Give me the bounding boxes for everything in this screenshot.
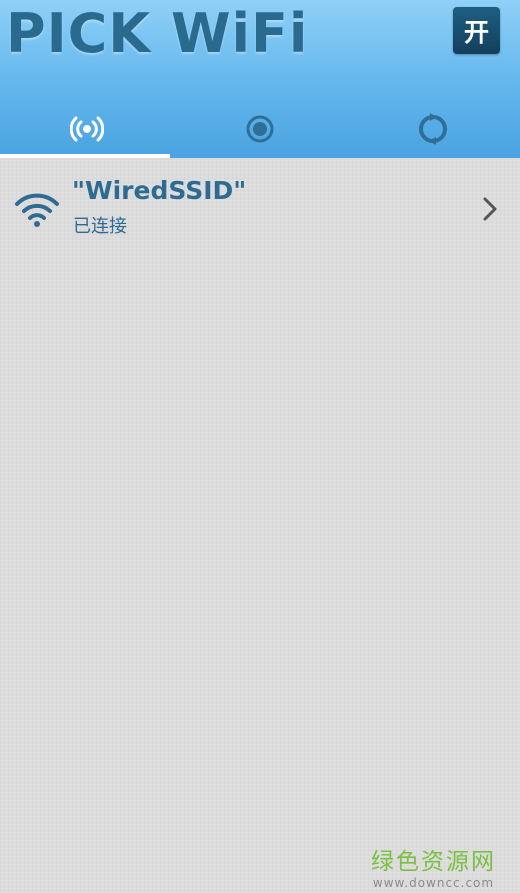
tab-bar bbox=[0, 100, 520, 158]
app-header: PICK WiFi 开 bbox=[0, 0, 520, 158]
watermark: 绿色资源网 www.downcc.com bbox=[371, 842, 496, 890]
tab-broadcast[interactable] bbox=[0, 100, 173, 158]
active-tab-indicator bbox=[0, 154, 170, 158]
refresh-icon bbox=[419, 113, 448, 145]
app-title: PICK WiFi bbox=[6, 2, 309, 65]
wifi-signal-icon bbox=[15, 193, 59, 227]
tab-refresh[interactable] bbox=[347, 100, 520, 158]
network-ssid: "WiredSSID" bbox=[72, 176, 247, 205]
broadcast-icon bbox=[69, 116, 104, 142]
watermark-url: www.downcc.com bbox=[372, 876, 495, 890]
watermark-title: 绿色资源网 bbox=[371, 849, 496, 875]
tab-radio[interactable] bbox=[173, 100, 346, 158]
radio-target-icon bbox=[246, 115, 274, 143]
chevron-right-icon[interactable] bbox=[480, 195, 500, 223]
network-list-item[interactable]: "WiredSSID" 已连接 bbox=[0, 162, 520, 252]
network-status: 已连接 bbox=[73, 216, 127, 237]
wifi-toggle-button[interactable]: 开 bbox=[453, 7, 500, 54]
